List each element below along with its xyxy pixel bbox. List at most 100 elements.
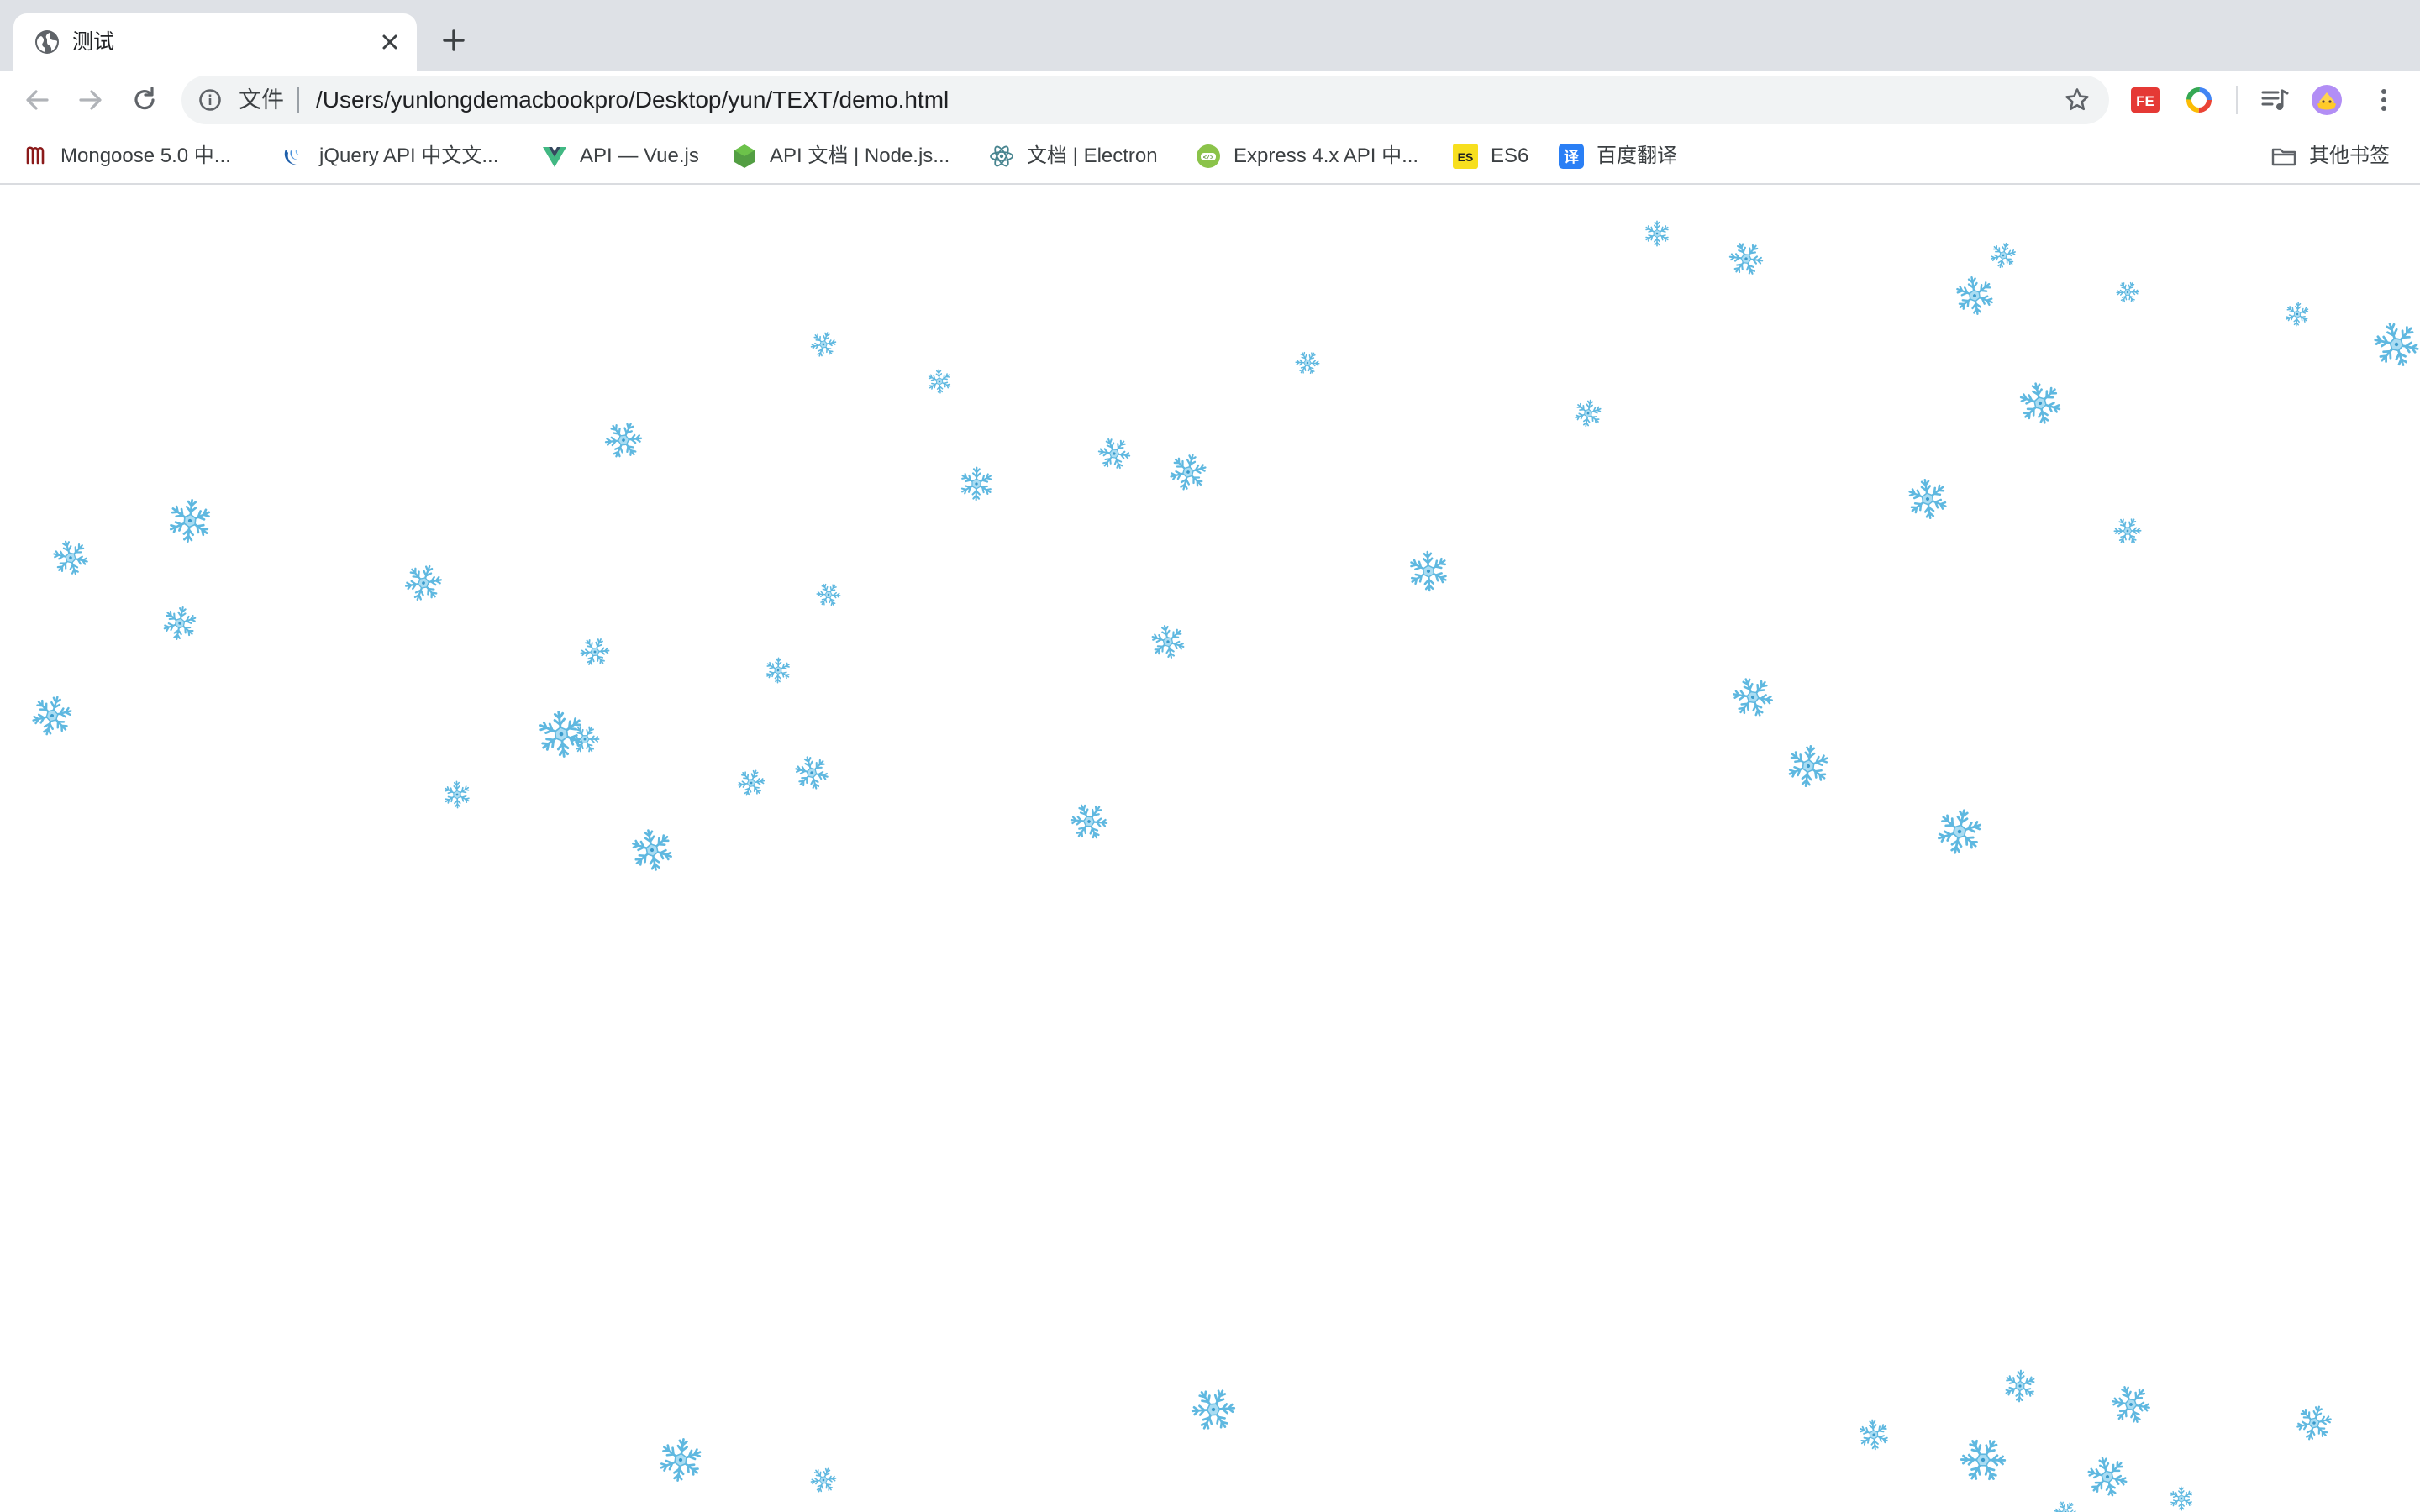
es6-icon: ES (1453, 144, 1478, 169)
svg-text:</>: </> (1203, 155, 1214, 162)
globe-icon (35, 30, 59, 54)
other-bookmarks[interactable]: 其他书签 (2270, 141, 2390, 171)
bookmark-label: ES6 (1491, 144, 1529, 167)
bookmark-label: API 文档 | Node.js... (770, 144, 950, 167)
tab-strip: 测试 (0, 0, 2420, 71)
snowflake-icon (1062, 795, 1116, 848)
snowflake-icon (2102, 1376, 2160, 1433)
avatar[interactable] (2311, 84, 2343, 116)
back-arrow-icon[interactable] (22, 85, 52, 115)
menu-kebab-icon[interactable] (2368, 84, 2400, 116)
bookmark-mongoose[interactable]: Mongoose 5.0 中... (22, 141, 231, 171)
mongoose-icon (26, 146, 45, 165)
snowflake-icon (733, 764, 770, 801)
snowflake-icon (1165, 449, 1212, 496)
reload-icon[interactable] (129, 85, 160, 115)
electron-icon (990, 145, 1013, 167)
scheme-label: 文件 (239, 87, 284, 113)
tab-active[interactable]: 测试 (13, 13, 417, 71)
es-badge-text: ES (1458, 150, 1474, 164)
snowflake-icon (2078, 1447, 2138, 1507)
snowflake-icon (922, 364, 957, 399)
translate-badge-text: 译 (1564, 149, 1580, 166)
bookmark-label: API — Vue.js (580, 144, 699, 167)
snowflake-icon (2112, 276, 2144, 308)
bookmark-label: 文档 | Electron (1027, 144, 1158, 167)
jquery-icon (284, 150, 300, 165)
snowflake-icon (165, 496, 214, 545)
bookmark-label: jQuery API 中文文... (319, 144, 499, 167)
snowflake-icon (2108, 512, 2147, 550)
bookmark-nodejs[interactable]: API 文档 | Node.js... (731, 141, 950, 171)
close-icon[interactable] (378, 30, 402, 54)
snowflake-icon (1946, 267, 2003, 324)
bookmark-label: Express 4.x API 中... (1234, 144, 1419, 167)
snowflake-icon (2363, 311, 2420, 377)
snowflake-icon (2049, 1495, 2081, 1512)
plus-icon[interactable] (440, 27, 467, 54)
bookmark-es6[interactable]: ES ES6 (1452, 141, 1528, 171)
snowflake-icon (1183, 1379, 1244, 1440)
snowflake-icon (1143, 617, 1192, 666)
snowflake-icon (786, 748, 836, 797)
snowflake-icon (1898, 470, 1957, 528)
bookmark-label: Mongoose 5.0 中... (60, 144, 231, 167)
tab-title: 测试 (72, 30, 115, 54)
vue-icon (543, 147, 566, 167)
snowflake-icon (575, 632, 615, 672)
express-icon: </> (1197, 144, 1220, 168)
snowflake-icon (399, 559, 449, 608)
nodejs-icon (734, 144, 755, 168)
star-icon[interactable] (2064, 87, 2091, 113)
snowflake-icon (598, 415, 650, 466)
bookmark-label: 百度翻译 (1597, 144, 1677, 167)
snowflake-icon (2291, 1400, 2338, 1446)
bookmark-express[interactable]: </> Express 4.x API 中... (1195, 141, 1418, 171)
fe-helper-extension-icon[interactable]: FE (2129, 84, 2161, 116)
snowflake-icon (26, 690, 78, 742)
snowflake-icon (1290, 345, 1324, 380)
snowflake-icon (1091, 430, 1138, 477)
snowflake-icon (1851, 1412, 1896, 1457)
page-content (0, 185, 2420, 1512)
url-text[interactable]: /Users/yunlongdemacbookpro/Desktop/yun/T… (316, 87, 949, 113)
snowflake-icon (45, 532, 97, 584)
snowflake-icon (2164, 1481, 2198, 1512)
snowflake-icon (621, 819, 682, 880)
info-icon[interactable] (198, 88, 222, 112)
address-bar[interactable]: 文件 /Users/yunlongdemacbookpro/Desktop/yu… (182, 76, 2109, 124)
fe-badge-text: FE (2136, 93, 2154, 109)
snowflake-icon (806, 1462, 841, 1498)
snowflake-icon (1399, 542, 1457, 600)
snowflake-icon (811, 577, 846, 612)
bookmark-jquery[interactable]: jQuery API 中文文... (281, 141, 498, 171)
snowflake-icon (1951, 1428, 2016, 1493)
snowflake-icon (807, 328, 841, 362)
snowflake-icon (2002, 1368, 2038, 1404)
snowflake-icon (764, 656, 792, 684)
color-ring-extension-icon[interactable] (2183, 84, 2215, 116)
snowflake-icon (1723, 668, 1782, 727)
folder-icon (2271, 148, 2296, 166)
snowflake-icon (959, 466, 995, 502)
toolbar: 文件 /Users/yunlongdemacbookpro/Desktop/yu… (0, 71, 2420, 129)
baidu-translate-icon: 译 (1559, 144, 1584, 169)
snowflake-icon (1571, 396, 1604, 429)
snowflake-icon (1987, 239, 2020, 272)
snowflake-icon (655, 1435, 707, 1486)
snowflake-icon (1722, 234, 1771, 284)
other-bookmarks-label: 其他书签 (2309, 144, 2390, 167)
bookmark-baidu-translate[interactable]: 译 百度翻译 (1558, 141, 1677, 171)
bookmark-electron[interactable]: 文档 | Electron (988, 141, 1158, 171)
toolbar-separator (2236, 86, 2238, 114)
media-control-icon[interactable] (2259, 84, 2291, 116)
bookmark-vue[interactable]: API — Vue.js (541, 141, 699, 171)
snowflake-icon (1784, 742, 1833, 790)
snowflake-icon (2009, 372, 2070, 433)
bookmarks-bar: Mongoose 5.0 中... jQuery API 中文文... API … (0, 129, 2420, 185)
omnibox-separator (297, 87, 299, 113)
snowflake-icon (1644, 220, 1670, 247)
snowflake-icon (2284, 301, 2312, 328)
forward-arrow-icon[interactable] (76, 85, 106, 115)
snowflake-icon (438, 775, 477, 815)
